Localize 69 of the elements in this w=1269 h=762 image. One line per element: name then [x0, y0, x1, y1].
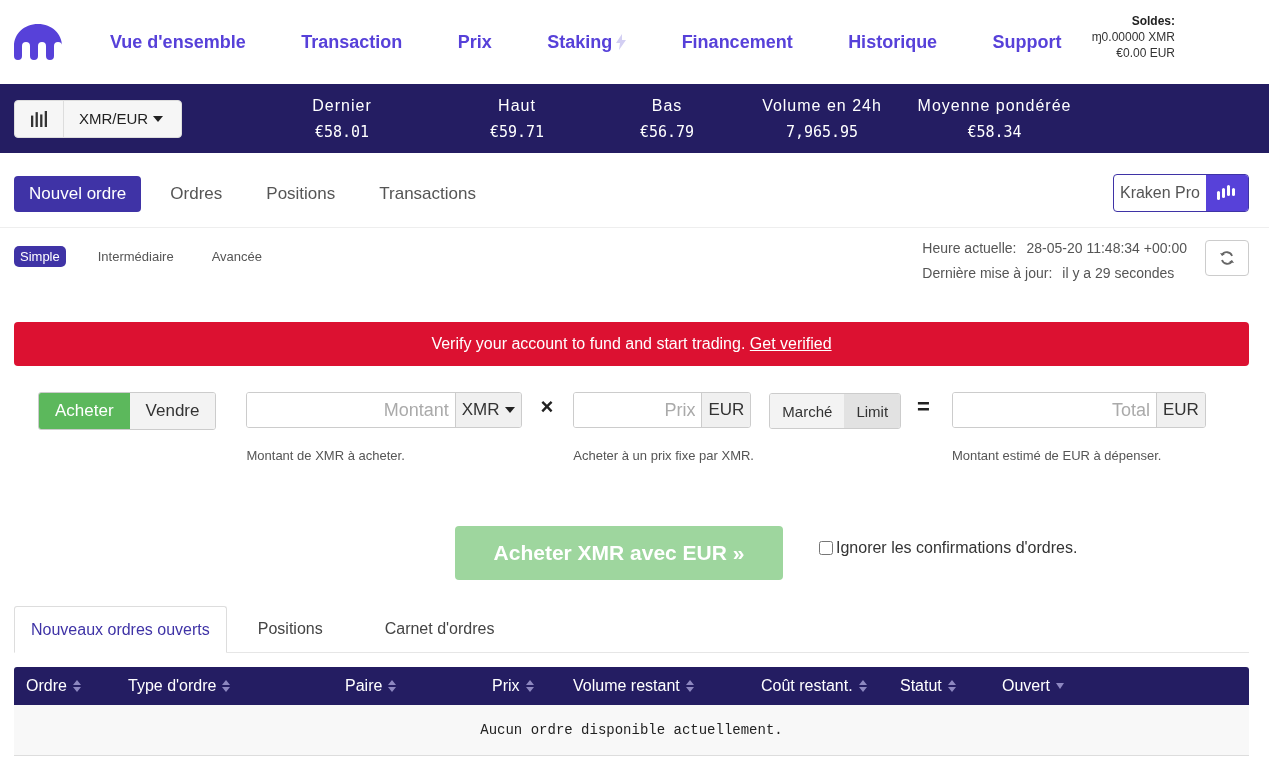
caret-icon	[505, 407, 516, 413]
nav-link[interactable]: Support	[992, 31, 1062, 53]
column-header[interactable]: Ouvert	[1002, 677, 1064, 695]
nav-link[interactable]: Prix	[457, 31, 492, 53]
alert-text: Verify your account to fund and start trading.	[431, 335, 746, 353]
tab[interactable]: Transactions	[364, 176, 491, 212]
stat-value: €59.71	[489, 122, 545, 141]
amount-field[interactable]: Montant XMR	[246, 392, 523, 428]
nav-link[interactable]: Historique	[848, 31, 938, 53]
chart-bars-icon	[31, 110, 47, 127]
get-verified-link[interactable]: Get verified	[749, 335, 832, 353]
nav-link[interactable]: Staking	[547, 31, 627, 53]
column-header[interactable]: Prix	[492, 677, 534, 695]
nav-link[interactable]: Vue d'ensemble	[110, 31, 246, 53]
nav-link[interactable]: Transaction	[301, 31, 403, 53]
stat-label: Bas	[651, 96, 683, 115]
column-header[interactable]: Coût restant.	[761, 677, 867, 695]
checkbox[interactable]	[819, 541, 833, 555]
help-text: Montant de XMR à acheter.	[246, 448, 406, 463]
equals-sign: =	[917, 394, 930, 420]
nav-link[interactable]: Financement	[681, 31, 793, 53]
tab[interactable]: Nouveaux ordres ouverts	[14, 606, 227, 653]
column-header[interactable]: Volume restant	[573, 677, 694, 695]
column-header[interactable]: Ordre	[26, 677, 81, 695]
stat-label: Haut	[498, 96, 536, 115]
pair-label: XMR/EUR	[79, 110, 149, 127]
time-label: Dernière mise à jour:	[922, 265, 1053, 281]
order-type-button[interactable]: Marché	[770, 394, 845, 428]
balance-value: ɱ0.00000 XMR	[1091, 28, 1175, 46]
order-type-button[interactable]: Limit	[844, 394, 901, 428]
logo-icon[interactable]	[14, 24, 62, 60]
mode-tab[interactable]: Simple	[14, 246, 66, 267]
time-value: 28-05-20 11:48:34 +00:00	[1026, 240, 1187, 256]
help-text: Acheter à un prix fixe par XMR.	[573, 448, 752, 463]
tab[interactable]: Positions	[226, 606, 354, 652]
help-text: Montant estimé de EUR à dépenser.	[951, 448, 1163, 463]
refresh-button[interactable]	[1205, 240, 1249, 276]
tab[interactable]: Carnet d'ordres	[353, 606, 526, 652]
side-button[interactable]: Vendre	[129, 393, 216, 429]
total-field[interactable]: Total EUR	[951, 392, 1206, 428]
time-value: il y a 29 secondes	[1062, 265, 1175, 281]
mode-tab[interactable]: Intermédiaire	[91, 246, 180, 267]
stat-label: Volume en 24h	[762, 96, 882, 115]
column-header[interactable]: Statut	[900, 677, 956, 695]
time-label: Heure actuelle:	[922, 240, 1017, 256]
tab[interactable]: Ordres	[155, 176, 238, 212]
stat-value: €58.34	[967, 122, 1022, 141]
caret-icon	[153, 115, 164, 122]
kraken-pro-button[interactable]: Kraken Pro	[1112, 174, 1249, 212]
mode-tab[interactable]: Avancée	[205, 246, 268, 267]
price-field[interactable]: Prix EUR	[573, 392, 752, 428]
refresh-icon	[1219, 250, 1235, 266]
column-header[interactable]: Paire	[345, 677, 397, 695]
empty-message: Aucun ordre disponible actuellement.	[480, 722, 783, 738]
times-sign: ×	[540, 394, 554, 420]
pair-selector[interactable]: XMR/EUR	[14, 99, 182, 138]
tab[interactable]: Positions	[251, 176, 351, 212]
balances-title: Soldes:	[1131, 12, 1175, 29]
stat-label: Dernier	[312, 96, 372, 115]
stat-value: €58.01	[314, 122, 370, 141]
candlestick-icon	[1216, 184, 1238, 202]
stat-value: 7,965.95	[785, 122, 859, 141]
balance-value: €0.00 EUR	[1116, 45, 1175, 62]
column-header[interactable]: Type d'ordre	[128, 677, 231, 695]
checkbox-label: Ignorer les confirmations d'ordres.	[836, 539, 1078, 557]
stat-label: Moyenne pondérée	[917, 96, 1072, 115]
tab[interactable]: Nouvel ordre	[14, 176, 142, 212]
stat-value: €56.79	[639, 122, 695, 141]
bolt-icon	[616, 34, 627, 50]
